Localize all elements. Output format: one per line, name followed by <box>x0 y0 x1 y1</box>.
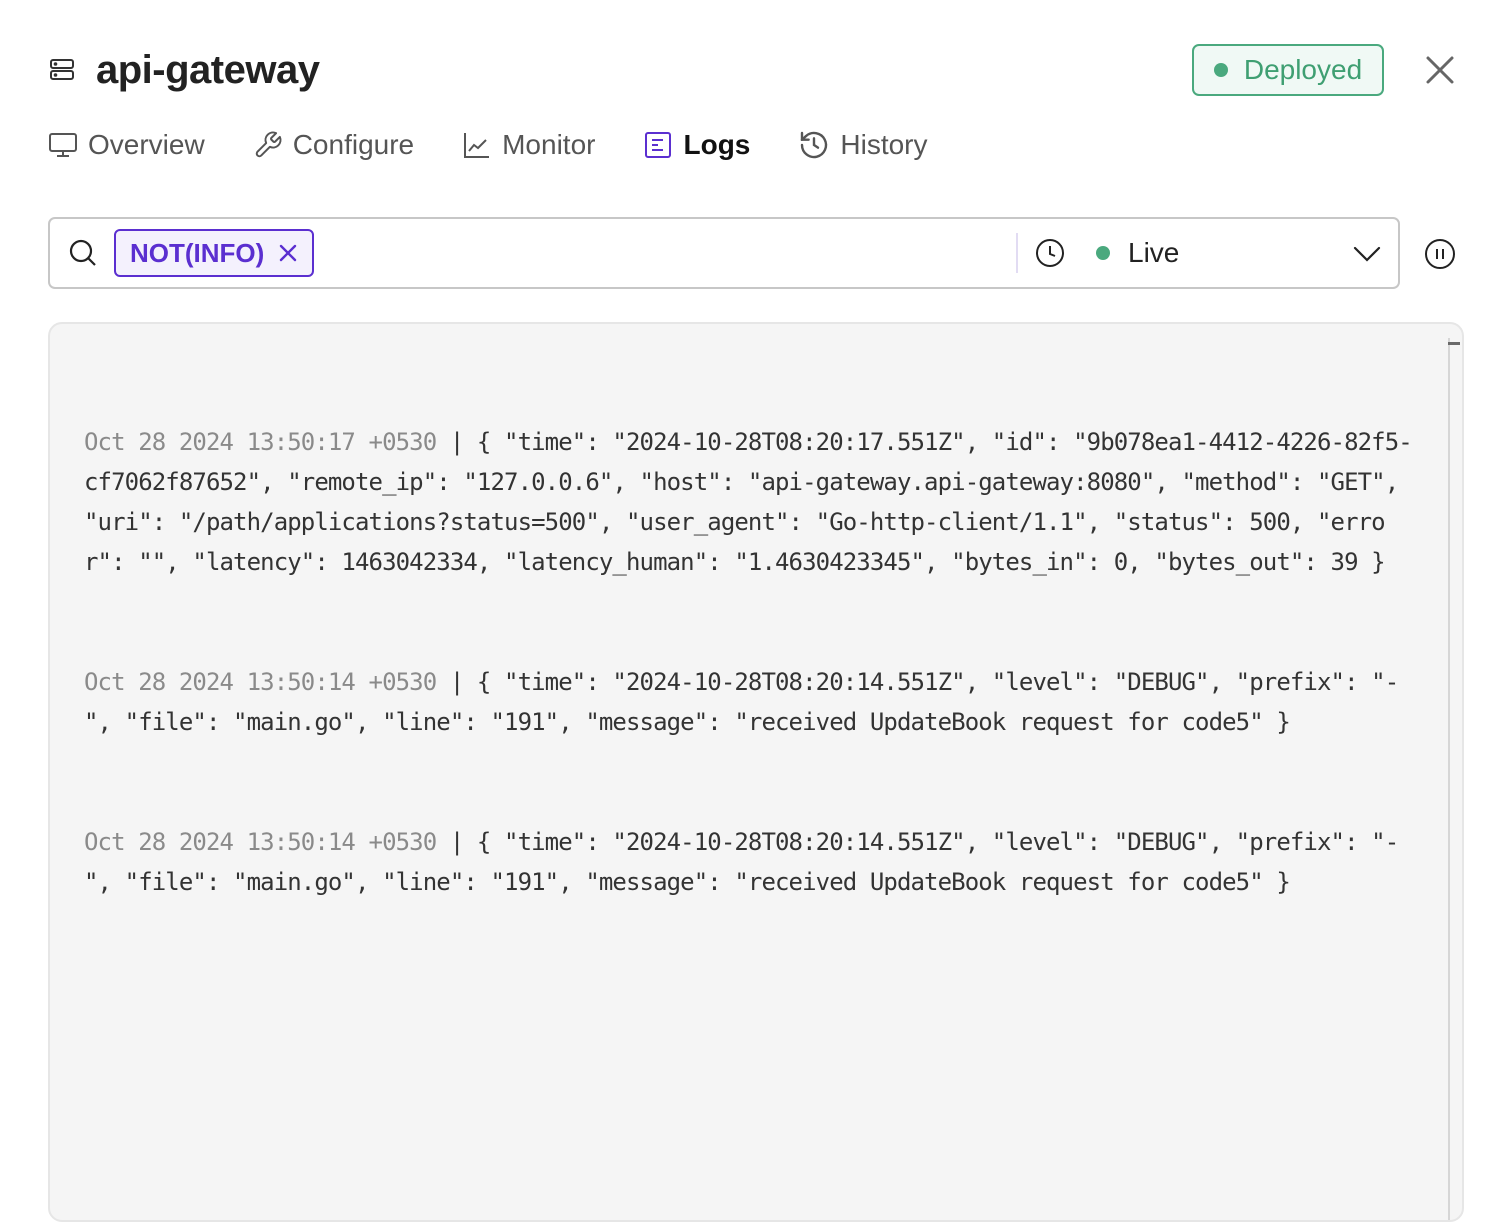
log-entry: Oct 28 2024 13:50:14 +0530 | { "time": "… <box>84 822 1424 902</box>
log-entry: Oct 28 2024 13:50:14 +0530 | { "time": "… <box>84 662 1424 742</box>
tab-label: Overview <box>88 129 205 160</box>
logs-icon <box>645 132 672 158</box>
log-timestamp: Oct 28 2024 13:50:14 +0530 <box>84 828 437 856</box>
scrollbar[interactable] <box>1448 338 1450 1220</box>
tab-logs[interactable]: Logs <box>643 129 750 161</box>
time-range-value: Live <box>1128 237 1180 268</box>
close-button[interactable] <box>1422 52 1458 88</box>
tab-label: History <box>840 129 928 160</box>
filter-chip-label: NOT(INFO) <box>130 237 265 268</box>
log-list: Oct 28 2024 13:50:17 +0530 | { "time": "… <box>84 342 1424 982</box>
scrollbar-thumb[interactable] <box>1448 342 1460 345</box>
history-icon <box>801 131 828 159</box>
filter-chip[interactable]: NOT(INFO) <box>114 229 315 277</box>
close-icon <box>1426 56 1454 84</box>
tab-overview[interactable]: Overview <box>48 129 205 161</box>
log-timestamp: Oct 28 2024 13:50:17 +0530 <box>84 428 437 456</box>
wrench-icon <box>255 131 282 158</box>
log-timestamp: Oct 28 2024 13:50:14 +0530 <box>84 668 437 696</box>
tab-label: Configure <box>292 129 415 160</box>
log-filter-bar: NOT(INFO) Live <box>48 217 1400 289</box>
status-badge: Deployed <box>1192 44 1384 96</box>
status-dot-icon <box>1213 63 1228 77</box>
chevron-down-icon <box>1352 239 1382 274</box>
tab-label: Logs <box>683 129 751 160</box>
line-chart-icon <box>464 133 490 158</box>
search-icon <box>68 237 100 269</box>
tab-monitor[interactable]: Monitor <box>462 129 595 161</box>
live-indicator-icon <box>1096 246 1110 260</box>
log-viewer: Oct 28 2024 13:50:17 +0530 | { "time": "… <box>48 322 1464 1222</box>
log-search-input[interactable] <box>314 219 1016 287</box>
pause-icon <box>1425 239 1455 269</box>
tab-bar: Overview Configure Monitor Logs History <box>48 124 976 166</box>
log-entry: Oct 28 2024 13:50:17 +0530 | { "time": "… <box>84 422 1424 582</box>
tab-configure[interactable]: Configure <box>253 129 414 161</box>
remove-filter-button[interactable] <box>278 243 298 263</box>
monitor-icon <box>49 133 77 157</box>
header: api-gateway Deployed <box>48 44 1464 96</box>
tab-history[interactable]: History <box>798 129 928 161</box>
time-range-select[interactable]: Live <box>1018 219 1398 287</box>
server-icon <box>48 55 78 85</box>
page-title: api-gateway <box>96 47 320 92</box>
clock-icon <box>1034 237 1066 269</box>
pause-button[interactable] <box>1422 236 1458 272</box>
status-badge-label: Deployed <box>1243 54 1363 85</box>
tab-label: Monitor <box>502 129 596 160</box>
close-icon <box>280 244 297 262</box>
